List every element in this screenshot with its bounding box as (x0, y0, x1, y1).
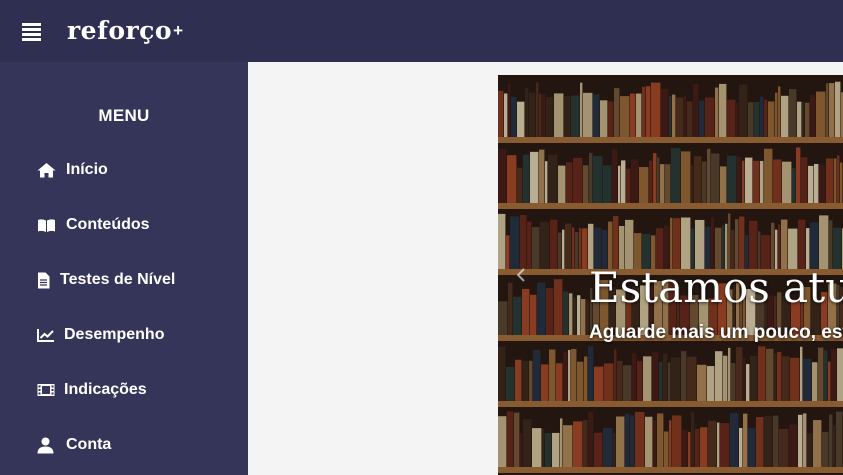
sidebar-title: MENU (98, 106, 150, 125)
carousel-subtitle: Aguarde mais um pouco, estamos preparand… (589, 322, 843, 343)
sidebar-item-desempenho[interactable]: Desempenho (37, 320, 164, 350)
sidebar-item-conta[interactable]: Conta (37, 430, 111, 460)
sidebar-item-label: Indicações (64, 381, 147, 398)
sidebar-item-inicio[interactable]: Início (37, 155, 108, 185)
sidebar-item-label: Conteúdos (66, 216, 150, 233)
user-icon (37, 436, 57, 454)
sidebar-item-testes-de-nivel[interactable]: Testes de Nível (37, 265, 175, 295)
brand-logo[interactable]: reforço+ (67, 16, 184, 45)
sidebar-item-label: Desempenho (64, 326, 165, 343)
sidebar: MENU Início Conteúdos Testes de Nível De… (0, 62, 248, 475)
carousel-prev-button[interactable] (498, 75, 543, 475)
film-icon (37, 381, 57, 399)
book-icon (37, 216, 57, 234)
chart-line-icon (37, 326, 57, 344)
sidebar-item-label: Início (66, 161, 108, 178)
carousel-title: Estamos atualizando (589, 263, 843, 312)
chevron-left-icon (516, 268, 525, 282)
document-icon (37, 271, 51, 289)
sidebar-item-indicacoes[interactable]: Indicações (37, 375, 147, 405)
sidebar-item-label: Testes de Nível (60, 271, 176, 288)
sidebar-item-label: Conta (66, 436, 112, 453)
sidebar-item-conteudos[interactable]: Conteúdos (37, 210, 150, 240)
hamburger-icon[interactable] (22, 23, 41, 41)
top-navbar: reforço+ (0, 0, 843, 62)
hero-carousel[interactable]: Estamos atualizando Aguarde mais um pouc… (498, 75, 843, 475)
home-icon (37, 161, 57, 179)
logo-text: reforço (67, 16, 173, 45)
logo-plus: + (173, 21, 184, 40)
